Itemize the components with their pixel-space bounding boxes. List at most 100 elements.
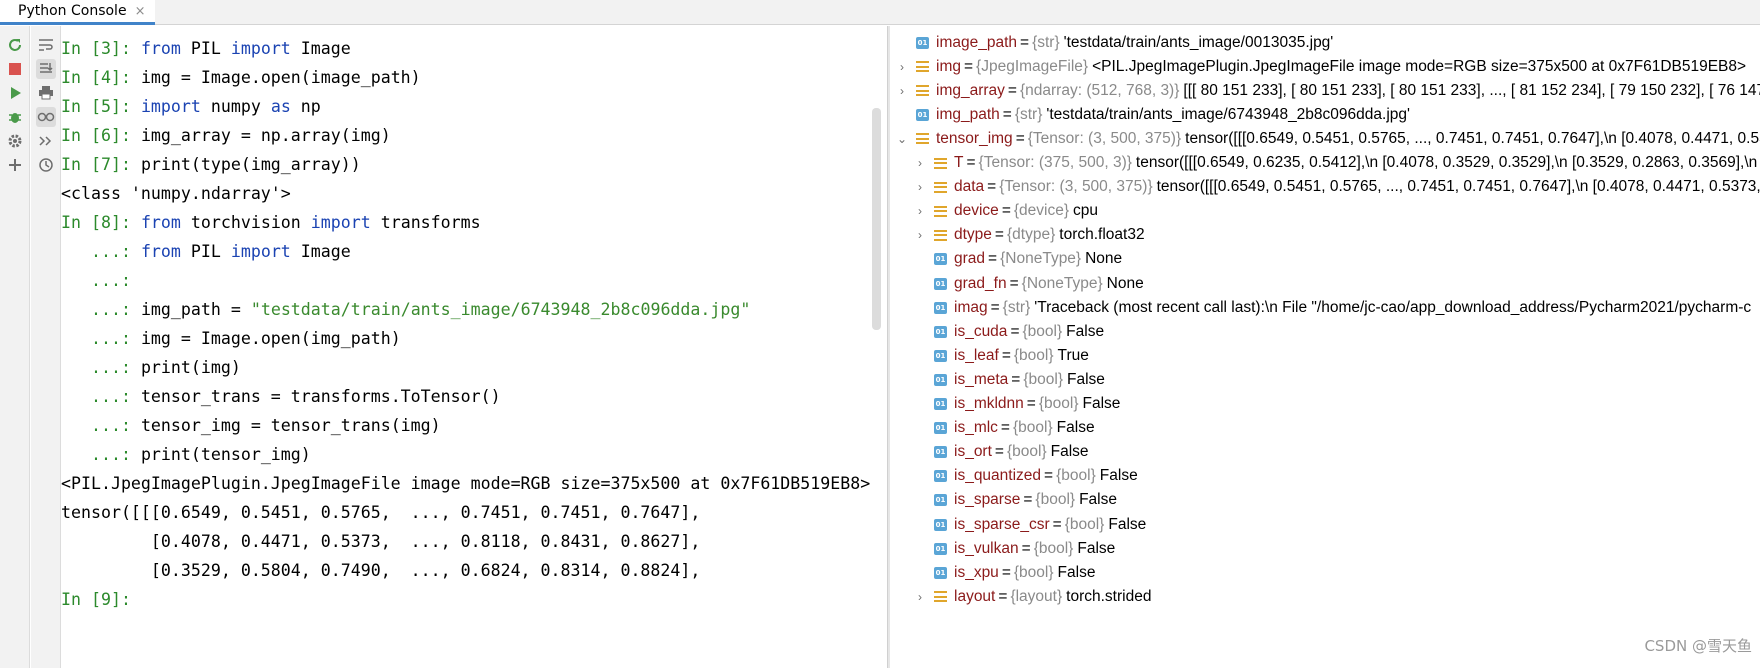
variable-row-is-leaf[interactable]: 01 is_leaf = {bool} True xyxy=(890,342,1089,369)
variable-row-grad[interactable]: 01 grad = {NoneType} None xyxy=(890,246,1122,273)
variables-tree[interactable]: 01 image_path = {str}'testdata/train/ants_i… xyxy=(890,26,1760,668)
variable-row-device[interactable]: › device = {device} cpu xyxy=(890,198,1098,225)
object-value-icon xyxy=(916,132,929,145)
console-text: transforms xyxy=(370,213,481,232)
variable-row-is-ort[interactable]: 01 is_ort = {bool} False xyxy=(890,439,1089,466)
primitive-value-icon: 01 xyxy=(934,325,947,338)
rerun-icon[interactable] xyxy=(5,35,25,55)
variable-row-img[interactable]: › img = {JpegImageFile} <PIL.JpegImagePlugin… xyxy=(890,53,1746,80)
chevron-right-icon[interactable]: › xyxy=(914,180,926,194)
console-text: print(tensor_img) xyxy=(140,445,311,464)
variable-value: False xyxy=(1067,370,1105,388)
chevron-right-icon[interactable]: › xyxy=(914,590,926,604)
variable-value: None xyxy=(1106,274,1144,292)
tab-python-console[interactable]: Python Console × xyxy=(0,0,156,25)
chevron-right-icon[interactable]: › xyxy=(914,204,926,218)
variable-name: imag xyxy=(954,298,988,316)
equals-sign: = xyxy=(1044,467,1054,485)
console-text: <PIL.JpegImagePlugin.JpegImageFile image… xyxy=(61,474,871,493)
console-line: ...: img_path = "testdata/train/ants_ima… xyxy=(61,295,750,324)
console-prompt: In [6]: xyxy=(61,126,141,145)
variable-type: {bool} xyxy=(1056,467,1096,485)
console-text: torchvision xyxy=(180,213,311,232)
variable-row-is-quantized[interactable]: 01 is_quantized = {bool} False xyxy=(890,463,1138,490)
console-line: tensor([[[0.6549, 0.5451, 0.5765, ..., 0… xyxy=(61,498,700,527)
variable-row-is-xpu[interactable]: 01 is_xpu = {bool} False xyxy=(890,559,1095,586)
variable-row-is-mkldnn[interactable]: 01 is_mkldnn = {bool} False xyxy=(890,391,1120,418)
variable-row-img-array[interactable]: › img_array = {ndarray: (512, 768, 3)}[[[ 8… xyxy=(890,77,1760,104)
chevron-right-icon[interactable]: › xyxy=(914,156,926,170)
variable-value: False xyxy=(1079,491,1117,509)
variable-name: T xyxy=(954,154,964,171)
variable-name: device xyxy=(954,202,999,220)
close-icon[interactable]: × xyxy=(135,4,146,19)
chevron-right-icon[interactable]: › xyxy=(914,228,926,242)
variable-row-is-mlc[interactable]: 01 is_mlc = {bool} False xyxy=(890,415,1095,442)
soft-wrap-icon[interactable] xyxy=(36,35,56,55)
variable-row-img-path[interactable]: 01 img_path = {str}'testdata/train/ants_ima… xyxy=(890,101,1410,128)
console-line: In [9]: xyxy=(61,585,141,614)
variable-type: {NoneType} xyxy=(1000,250,1082,268)
variable-name: image_path xyxy=(936,33,1018,51)
watermark: CSDN @雪天鱼 xyxy=(1644,637,1752,655)
console-line: ...: from PIL import Image xyxy=(61,237,351,266)
primitive-value-icon: 01 xyxy=(934,301,947,314)
variable-row-data[interactable]: › data = {Tensor: (3, 500, 375)} tensor([[[0… xyxy=(890,174,1760,201)
primitive-value-icon: 01 xyxy=(934,566,947,579)
equals-sign: = xyxy=(1023,491,1033,509)
chevron-right-icon[interactable]: › xyxy=(896,60,908,74)
variable-row-imag[interactable]: 01 imag = {str} 'Traceback (most recent call… xyxy=(890,294,1751,321)
variable-type: {bool} xyxy=(1033,539,1074,557)
debug-icon[interactable] xyxy=(5,107,25,127)
show-variables-icon[interactable] xyxy=(36,107,56,127)
execute-history-icon[interactable] xyxy=(36,131,56,151)
primitive-value-icon: 01 xyxy=(916,36,929,49)
variable-name: is_mlc xyxy=(954,419,998,437)
variable-row-is-sparse[interactable]: 01 is_sparse = {bool} False xyxy=(890,487,1117,514)
history-icon[interactable] xyxy=(36,155,56,175)
variable-row-is-vulkan[interactable]: 01 is_vulkan = {bool} False xyxy=(890,535,1115,562)
stop-icon[interactable] xyxy=(5,59,25,79)
variable-name: is_ort xyxy=(954,443,992,461)
variable-row-dtype[interactable]: › dtype = {dtype} torch.float32 xyxy=(890,222,1145,249)
equals-sign: = xyxy=(1002,105,1012,123)
variable-name: img_array xyxy=(936,81,1005,99)
scroll-to-end-icon[interactable] xyxy=(36,59,56,79)
add-icon[interactable] xyxy=(5,155,25,175)
console-prompt: ...: xyxy=(61,329,141,348)
console-text: img_path = xyxy=(140,300,251,319)
settings-icon[interactable] xyxy=(5,131,25,151)
equals-sign: = xyxy=(1007,81,1017,99)
console-line: In [4]: img = Image.open(image_path) xyxy=(61,63,421,92)
variable-value: None xyxy=(1085,250,1123,268)
variable-row-is-meta[interactable]: 01 is_meta = {bool} False xyxy=(890,366,1105,393)
variable-row-is-sparse-csr[interactable]: 01 is_sparse_csr = {bool} False xyxy=(890,511,1146,538)
variable-row-tensor-img[interactable]: ⌄ tensor_img = {Tensor: (3, 500, 375)} tenso… xyxy=(890,125,1760,152)
chevron-down-icon[interactable]: ⌄ xyxy=(896,132,908,146)
python-console-output[interactable]: In [3]: from PIL import Image In [4]: img… xyxy=(61,26,873,668)
variable-row-t[interactable]: › T = {Tensor: (375, 500, 3)} tensor([[[0.65… xyxy=(890,150,1757,177)
variable-type: {bool} xyxy=(1022,322,1063,340)
console-scrollbar[interactable] xyxy=(872,108,881,330)
print-icon[interactable] xyxy=(36,83,56,103)
variable-row-image-path[interactable]: 01 image_path = {str}'testdata/train/ants_i… xyxy=(890,29,1333,56)
equals-sign: = xyxy=(994,443,1004,461)
console-line: ...: tensor_img = tensor_trans(img) xyxy=(61,411,441,440)
object-value-icon xyxy=(934,157,947,170)
variable-value: False xyxy=(1050,443,1089,461)
variable-row-layout[interactable]: › layout = {layout} torch.strided xyxy=(890,583,1151,610)
equals-sign: = xyxy=(1015,129,1025,147)
variable-value: torch.float32 xyxy=(1059,226,1145,244)
variable-value: 'testdata/train/ants_image/0013035.jpg' xyxy=(1063,33,1334,51)
variable-row-is-cuda[interactable]: 01 is_cuda = {bool} False xyxy=(890,318,1104,345)
console-line: In [8]: from torchvision import transfor… xyxy=(61,208,481,237)
chevron-right-icon[interactable]: › xyxy=(896,84,908,98)
run-icon[interactable] xyxy=(5,83,25,103)
variable-type: {str} xyxy=(1032,33,1060,51)
variable-row-grad-fn[interactable]: 01 grad_fn = {NoneType} None xyxy=(890,270,1144,297)
variable-name: is_sparse xyxy=(954,491,1021,509)
